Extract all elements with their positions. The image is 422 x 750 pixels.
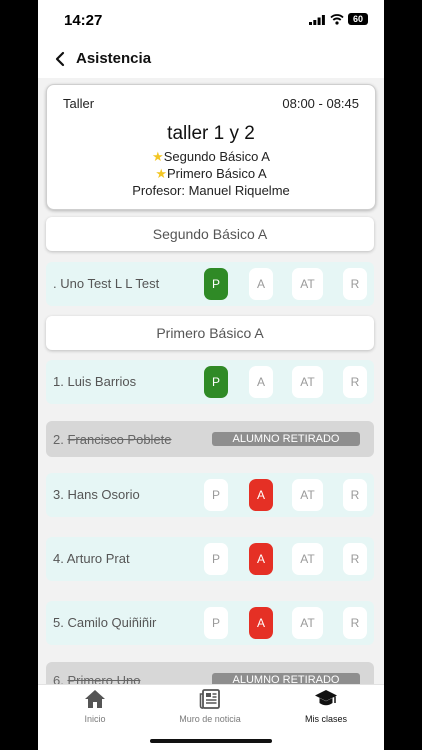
absent-button[interactable]: A bbox=[249, 607, 273, 639]
retired-badge: ALUMNO RETIRADO bbox=[212, 432, 360, 446]
absent-button[interactable]: A bbox=[249, 268, 273, 300]
nav-item-home[interactable]: Inicio bbox=[45, 689, 145, 724]
student-row: . Uno Test L L Test P A AT R bbox=[46, 262, 374, 306]
withdrawn-button[interactable]: R bbox=[343, 607, 367, 639]
student-name: 4. Arturo Prat bbox=[53, 551, 130, 566]
withdrawn-button[interactable]: R bbox=[343, 543, 367, 575]
phone-screen: 14:27 60 Asistencia Taller 08:00 - 08:45… bbox=[38, 0, 384, 750]
withdrawn-button[interactable]: R bbox=[343, 366, 367, 398]
class-name: taller 1 y 2 bbox=[167, 123, 255, 144]
app-header: Asistencia bbox=[38, 40, 384, 78]
course-line: ★Primero Básico A bbox=[47, 166, 375, 182]
student-row: 3. Hans Osorio P A AT R bbox=[46, 473, 374, 517]
absent-button[interactable]: A bbox=[249, 366, 273, 398]
late-button[interactable]: AT bbox=[292, 607, 323, 639]
signal-icon bbox=[309, 15, 325, 25]
nav-item-news[interactable]: Muro de noticia bbox=[160, 689, 260, 724]
home-icon bbox=[85, 690, 105, 708]
course-name: Primero Básico A bbox=[166, 166, 267, 181]
retired-student-row: 2. Francisco Poblete ALUMNO RETIRADO bbox=[46, 421, 374, 457]
star-icon: ★ bbox=[155, 166, 167, 181]
present-button[interactable]: P bbox=[204, 607, 228, 639]
absent-button[interactable]: A bbox=[249, 543, 273, 575]
battery-icon: 60 bbox=[348, 13, 368, 25]
nav-label: Inicio bbox=[84, 714, 106, 724]
late-button[interactable]: AT bbox=[292, 479, 323, 511]
present-button[interactable]: P bbox=[204, 543, 228, 575]
student-name: 1. Luis Barrios bbox=[53, 374, 137, 389]
section-header: Segundo Básico A bbox=[46, 217, 374, 251]
star-icon: ★ bbox=[152, 149, 164, 164]
home-indicator[interactable] bbox=[150, 739, 272, 743]
absent-button[interactable]: A bbox=[249, 479, 273, 511]
newspaper-icon bbox=[199, 689, 220, 709]
course-name: Segundo Básico A bbox=[163, 149, 270, 164]
student-row: 4. Arturo Prat P A AT R bbox=[46, 537, 374, 581]
teacher-name: Profesor: Manuel Riquelme bbox=[132, 183, 290, 198]
student-row: 5. Camilo Quiñiñir P A AT R bbox=[46, 601, 374, 645]
withdrawn-button[interactable]: R bbox=[343, 479, 367, 511]
student-row: 1. Luis Barrios P A AT R bbox=[46, 360, 374, 404]
withdrawn-button[interactable]: R bbox=[343, 268, 367, 300]
course-line: ★Segundo Básico A bbox=[47, 149, 375, 165]
nav-item-my-classes[interactable]: Mis clases bbox=[276, 689, 376, 724]
status-time: 14:27 bbox=[64, 12, 103, 29]
present-button[interactable]: P bbox=[204, 366, 228, 398]
back-arrow-icon[interactable] bbox=[54, 51, 66, 67]
student-name: . Uno Test L L Test bbox=[53, 276, 160, 291]
student-name: 2. Francisco Poblete bbox=[53, 432, 172, 447]
status-bar: 14:27 60 bbox=[38, 0, 384, 40]
present-button[interactable]: P bbox=[204, 268, 228, 300]
wifi-icon bbox=[330, 14, 344, 25]
late-button[interactable]: AT bbox=[292, 268, 323, 300]
late-button[interactable]: AT bbox=[292, 543, 323, 575]
student-name: 3. Hans Osorio bbox=[53, 487, 140, 502]
nav-label: Muro de noticia bbox=[179, 714, 241, 724]
section-header: Primero Básico A bbox=[46, 316, 374, 350]
student-name: 5. Camilo Quiñiñir bbox=[53, 615, 157, 630]
class-info-card: Taller 08:00 - 08:45 taller 1 y 2 ★Segun… bbox=[46, 84, 376, 210]
nav-label: Mis clases bbox=[304, 714, 347, 724]
late-button[interactable]: AT bbox=[292, 366, 323, 398]
graduation-cap-icon bbox=[315, 690, 337, 706]
class-type: Taller bbox=[63, 96, 95, 111]
class-time: 08:00 - 08:45 bbox=[282, 96, 359, 111]
present-button[interactable]: P bbox=[204, 479, 228, 511]
page-title: Asistencia bbox=[76, 50, 152, 67]
